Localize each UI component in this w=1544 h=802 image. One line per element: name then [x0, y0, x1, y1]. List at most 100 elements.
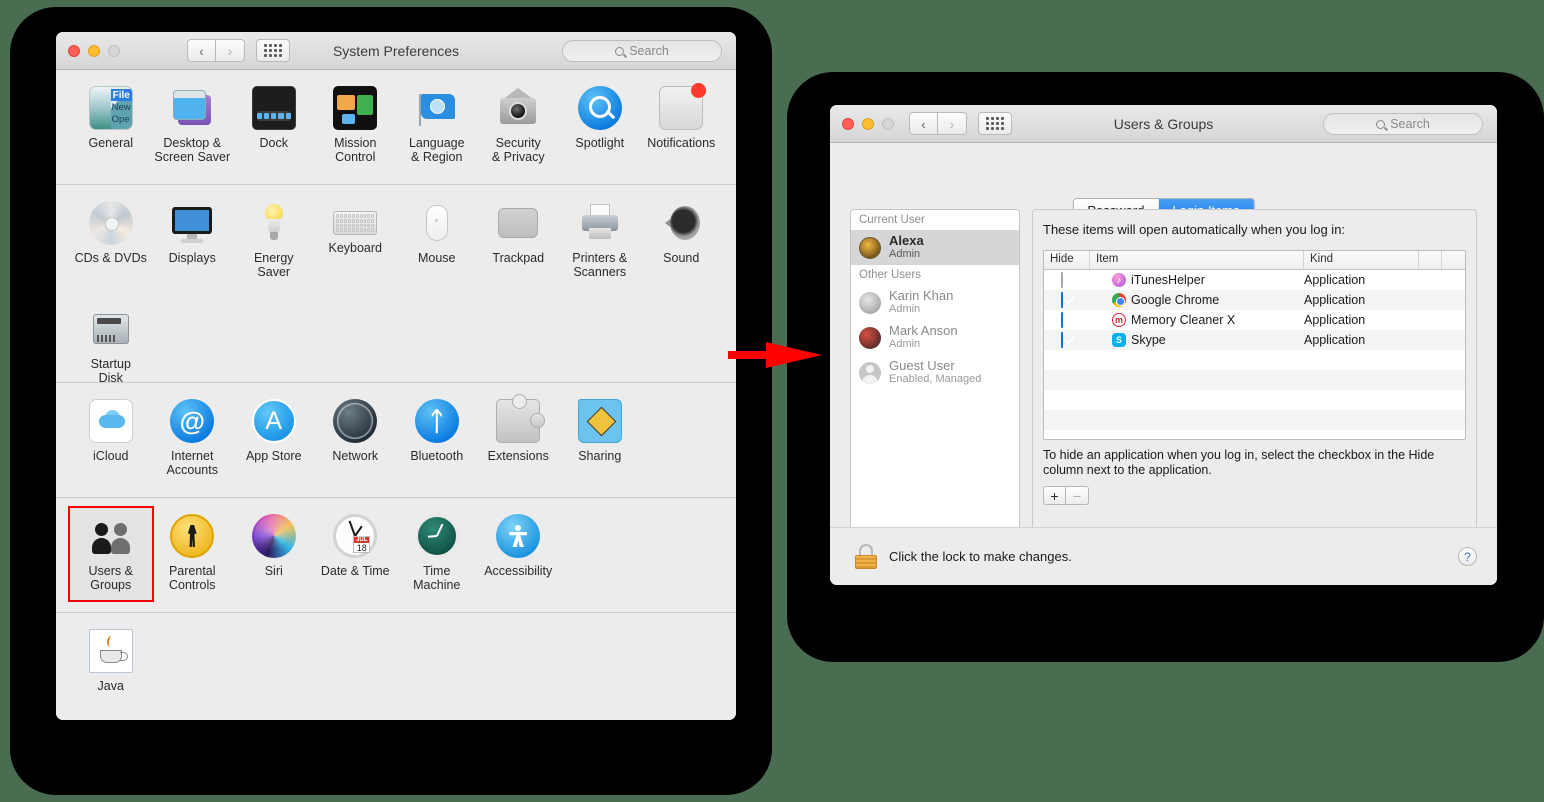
login-items-panel: These items will open automatically when… [1032, 209, 1477, 555]
pref-sound[interactable]: Sound [641, 195, 723, 287]
column-header-spacer-2 [1442, 251, 1465, 269]
grid-icon [986, 117, 1004, 130]
column-header-item[interactable]: Item [1090, 251, 1304, 269]
user-role: Enabled, Managed [889, 373, 982, 385]
hide-checkbox[interactable] [1061, 312, 1063, 328]
pref-mouse[interactable]: Mouse [396, 195, 478, 287]
user-name: Guest User [889, 358, 955, 373]
table-row[interactable]: S Skype Application [1044, 330, 1465, 350]
pref-siri[interactable]: Siri [233, 508, 315, 600]
skype-icon: S [1112, 333, 1126, 347]
pref-keyboard[interactable]: Keyboard [315, 195, 397, 287]
pref-parental-controls[interactable]: Parental Controls [152, 508, 234, 600]
pref-bluetooth[interactable]: ᛏ Bluetooth [396, 393, 478, 485]
pref-label: Mission Control [334, 136, 377, 164]
pref-date-time[interactable]: JUL 18 Date & Time [315, 508, 397, 600]
zoom-button[interactable] [108, 45, 120, 57]
sidebar-user-alexa[interactable]: Alexa Admin [851, 230, 1019, 265]
mouse-icon [415, 201, 459, 245]
hide-checkbox[interactable] [1061, 332, 1063, 348]
table-row-empty [1044, 410, 1465, 430]
user-list-sidebar: Current User Alexa Admin Other Users Kar… [850, 209, 1020, 554]
pref-java[interactable]: Java [70, 623, 152, 702]
bluetooth-icon: ᛏ [414, 399, 459, 443]
ug-search-placeholder: Search [1390, 117, 1430, 131]
hide-checkbox[interactable] [1061, 292, 1063, 308]
pref-internet-accounts[interactable]: @ Internet Accounts [152, 393, 234, 485]
pref-startup-disk[interactable]: Startup Disk [70, 301, 152, 393]
pref-network[interactable]: Network [315, 393, 397, 485]
pref-label: Displays [168, 251, 216, 265]
column-header-hide[interactable]: Hide [1044, 251, 1090, 269]
pref-spotlight[interactable]: Spotlight [559, 80, 641, 172]
displays-icon [170, 201, 214, 245]
pref-sharing[interactable]: Sharing [559, 393, 641, 485]
user-name: Alexa [889, 233, 924, 248]
pref-app-store[interactable]: A App Store [233, 393, 315, 485]
pref-users-groups[interactable]: Users & Groups [68, 506, 154, 602]
pref-label: Startup Disk [90, 357, 131, 385]
minimize-button[interactable] [862, 118, 874, 130]
back-button[interactable]: ‹ [187, 39, 216, 62]
pref-energy-saver[interactable]: Energy Saver [233, 195, 315, 287]
pref-printers-scanners[interactable]: Printers & Scanners [559, 195, 641, 287]
login-item-kind: Application [1304, 313, 1366, 327]
show-all-grid-button[interactable] [256, 39, 290, 62]
ug-search-field[interactable]: Search [1323, 113, 1483, 135]
hide-checkbox[interactable] [1061, 272, 1063, 288]
pref-notifications[interactable]: Notifications [641, 80, 723, 172]
general-icon: File New Ope [88, 86, 133, 130]
avatar [859, 361, 881, 384]
pref-mission-control[interactable]: Mission Control [315, 80, 397, 172]
pref-cds-dvds[interactable]: CDs & DVDs [70, 195, 152, 287]
table-row-empty [1044, 430, 1465, 439]
sound-icon [659, 201, 703, 245]
pref-displays[interactable]: Displays [152, 195, 234, 287]
pref-language-region[interactable]: Language & Region [396, 80, 478, 172]
pref-icloud[interactable]: iCloud [70, 393, 152, 485]
login-items-header-row: Hide Item Kind [1044, 251, 1465, 270]
pref-label: Java [97, 679, 124, 693]
show-all-grid-button[interactable] [978, 112, 1012, 135]
sidebar-user-mark-anson[interactable]: Mark Anson Admin [851, 320, 1019, 355]
window-traffic-lights [68, 45, 120, 57]
minimize-button[interactable] [88, 45, 100, 57]
pref-security-privacy[interactable]: Security & Privacy [478, 80, 560, 172]
lock-icon[interactable] [855, 544, 877, 569]
search-icon [1376, 119, 1386, 129]
forward-button[interactable]: › [938, 112, 967, 135]
pref-general[interactable]: File New Ope General [70, 80, 152, 172]
table-row[interactable]: m Memory Cleaner X Application [1044, 310, 1465, 330]
pref-trackpad[interactable]: Trackpad [478, 195, 560, 287]
zoom-button[interactable] [882, 118, 894, 130]
user-name: Karin Khan [889, 288, 954, 303]
sidebar-user-karin-khan[interactable]: Karin Khan Admin [851, 285, 1019, 320]
help-button[interactable]: ? [1458, 547, 1477, 566]
pref-time-machine[interactable]: Time Machine [396, 508, 478, 600]
prefs-row-system: Users & Groups Parental Controls Siri JUL 1… [56, 498, 736, 613]
back-button[interactable]: ‹ [909, 112, 938, 135]
sysprefs-search-field[interactable]: Search [562, 40, 722, 62]
add-login-item-button[interactable]: + [1043, 486, 1066, 505]
lock-message: Click the lock to make changes. [889, 549, 1072, 564]
pref-label: Internet Accounts [166, 449, 218, 477]
pref-desktop-screen-saver[interactable]: Desktop & Screen Saver [152, 80, 234, 172]
users-groups-icon [89, 514, 133, 558]
login-items-table[interactable]: Hide Item Kind ♪ iTunesHelper Applicatio… [1043, 250, 1466, 440]
remove-login-item-button[interactable]: − [1066, 486, 1089, 505]
pref-extensions[interactable]: Extensions [478, 393, 560, 485]
sidebar-user-guest[interactable]: Guest User Enabled, Managed [851, 355, 1019, 390]
pref-label: Sharing [578, 449, 622, 463]
login-item-kind: Application [1304, 273, 1366, 287]
pref-accessibility[interactable]: Accessibility [478, 508, 560, 600]
login-item-name: iTunesHelper [1131, 273, 1205, 287]
close-button[interactable] [842, 118, 854, 130]
column-header-kind[interactable]: Kind [1304, 251, 1419, 269]
table-row[interactable]: Google Chrome Application [1044, 290, 1465, 310]
forward-button[interactable]: › [216, 39, 245, 62]
mission-control-icon [333, 86, 378, 130]
table-row[interactable]: ♪ iTunesHelper Application [1044, 270, 1465, 290]
close-button[interactable] [68, 45, 80, 57]
pref-dock[interactable]: Dock [233, 80, 315, 172]
ug-traffic-lights [842, 118, 894, 130]
